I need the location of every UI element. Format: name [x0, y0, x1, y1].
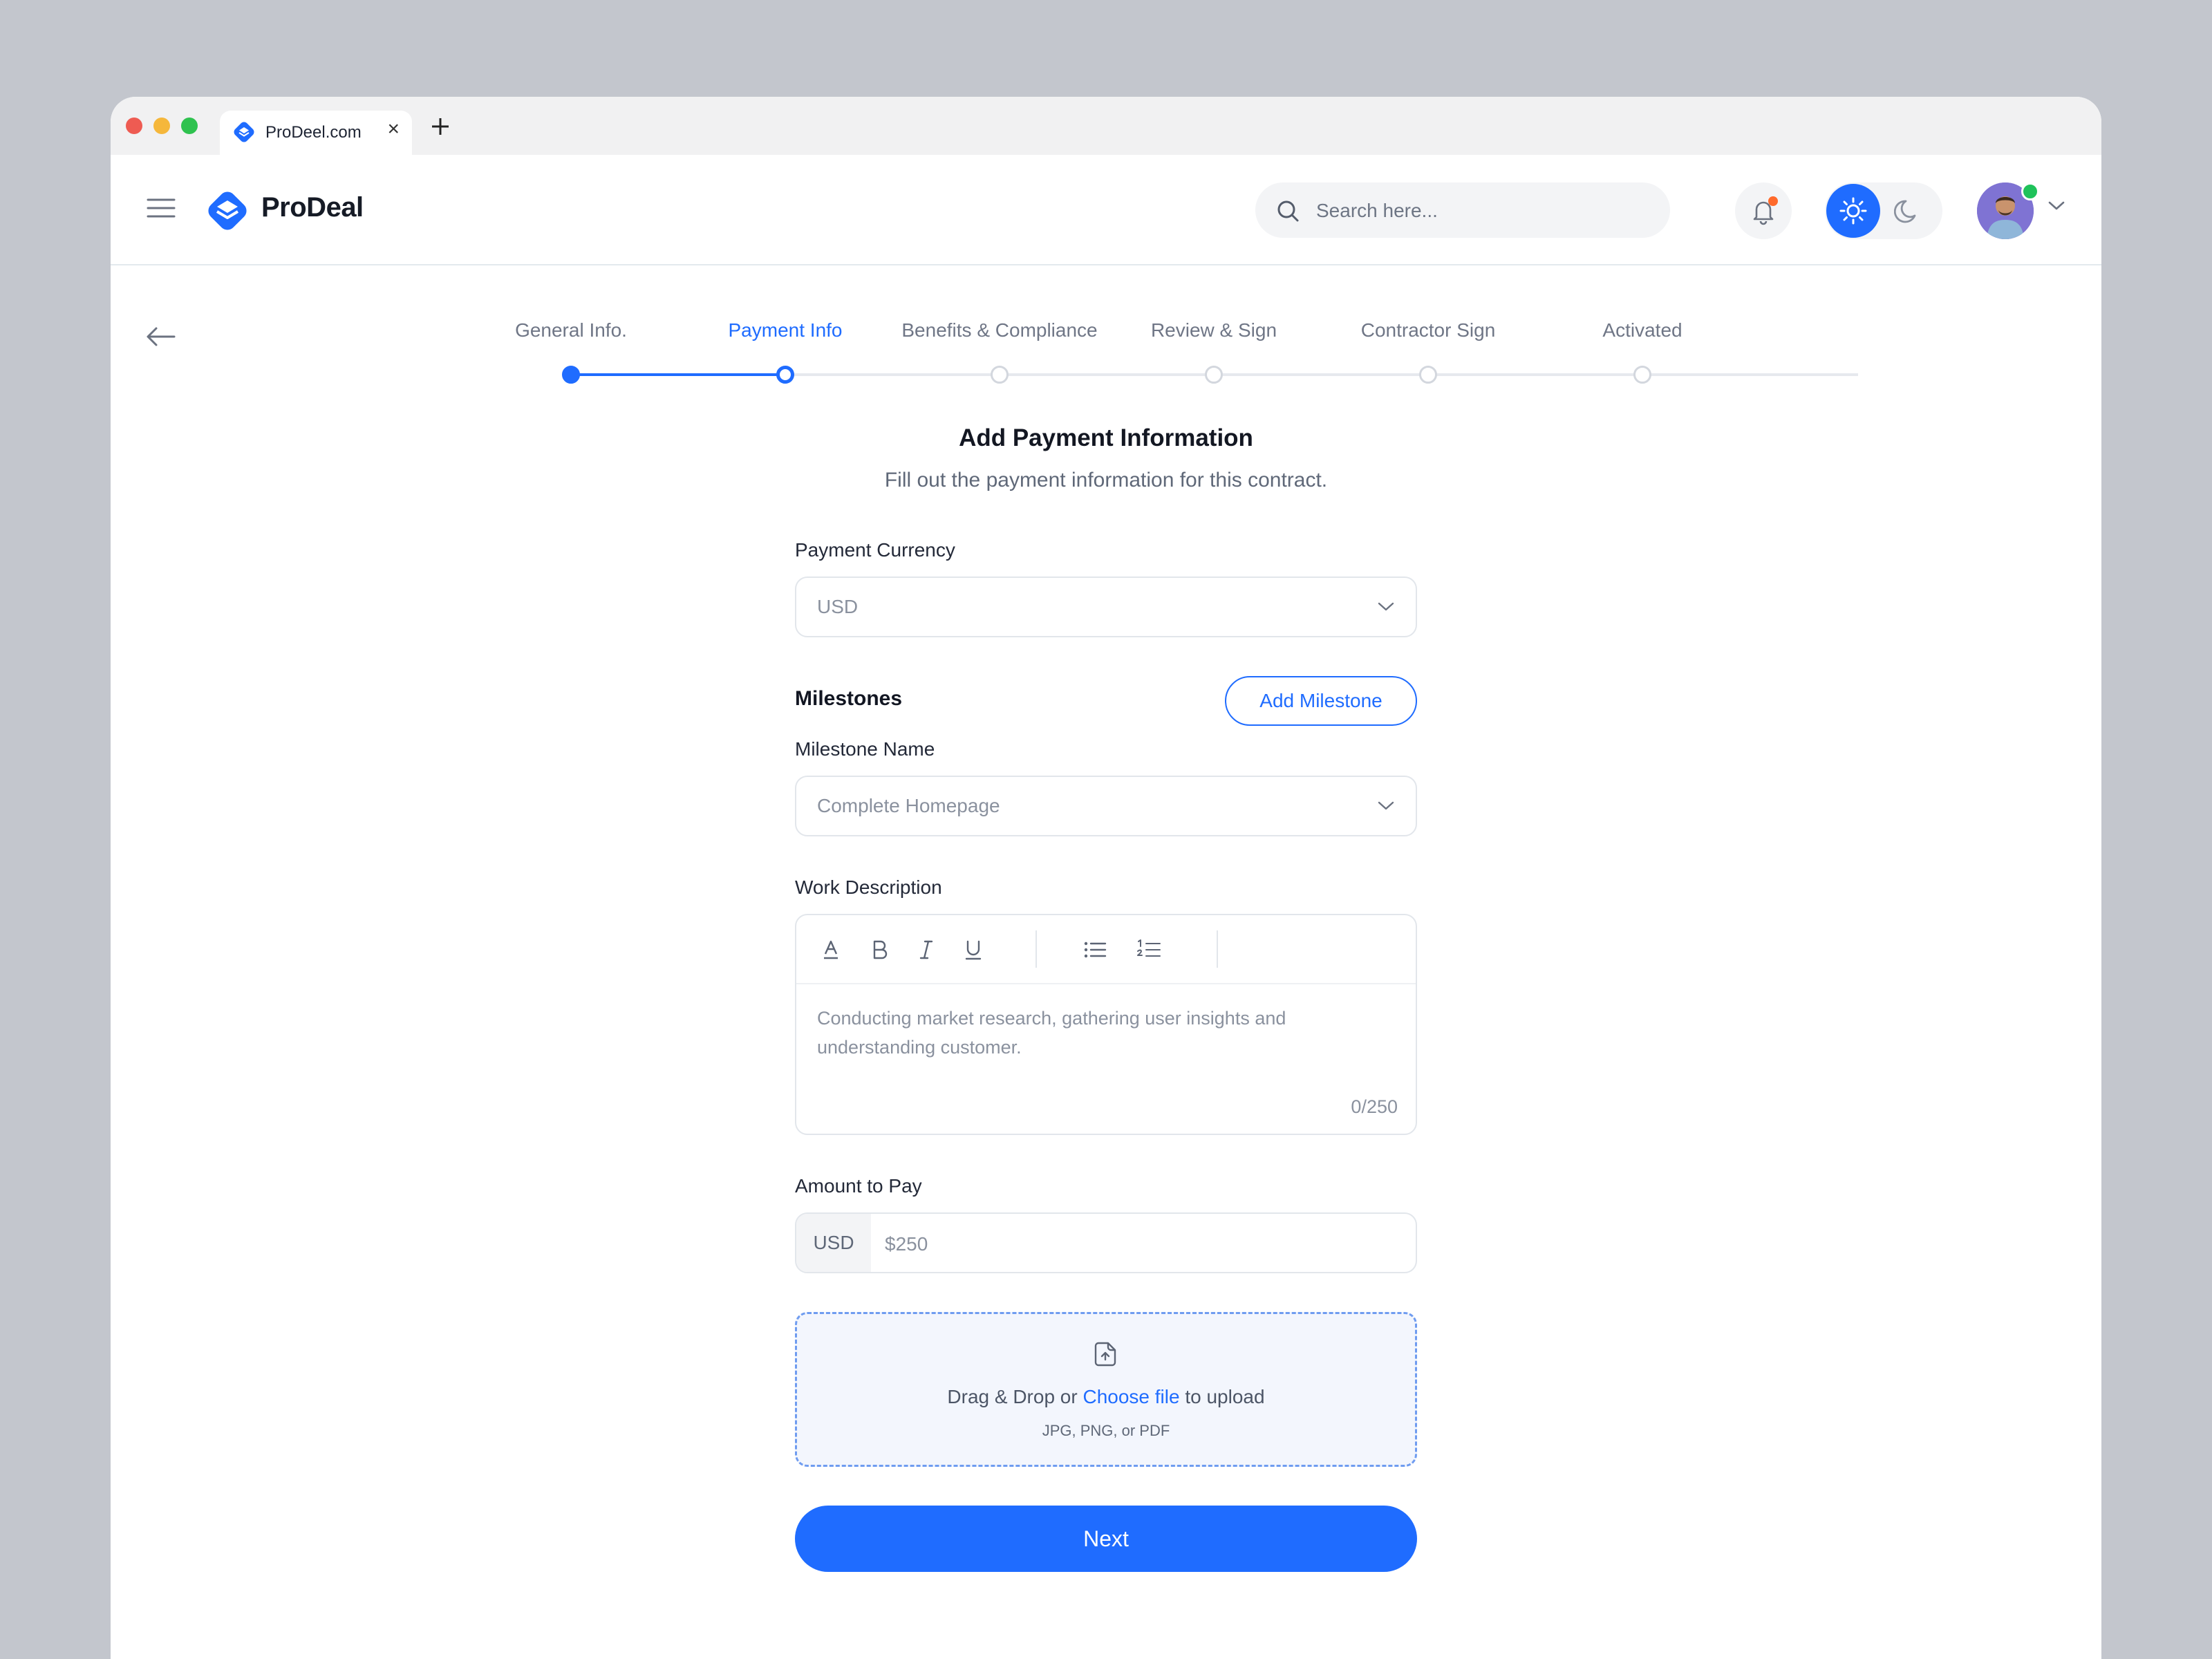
notification-dot: [1768, 196, 1778, 206]
search-bar[interactable]: [1255, 182, 1670, 239]
italic-icon[interactable]: [912, 936, 940, 964]
step-node-contractor-sign: [1419, 366, 1437, 384]
underline-icon[interactable]: [959, 936, 987, 964]
new-tab-icon[interactable]: [430, 116, 451, 140]
upload-instructions: Drag & Drop or Choose file to upload: [797, 1386, 1415, 1408]
browser-tab[interactable]: ProDeel.com ×: [220, 111, 412, 155]
amount-to-pay-label: Amount to Pay: [795, 1175, 922, 1197]
notifications-button[interactable]: [1735, 182, 1792, 239]
bold-icon[interactable]: [865, 936, 893, 964]
tab-title: ProDeel.com: [265, 123, 362, 142]
upload-prefix-text: Drag & Drop or: [947, 1386, 1083, 1407]
upload-suffix-text: to upload: [1179, 1386, 1265, 1407]
browser-tab-bar: ProDeel.com ×: [111, 97, 2101, 155]
step-node-payment-info: [776, 366, 794, 384]
light-mode-button[interactable]: [1826, 184, 1880, 238]
bullet-list-icon[interactable]: [1081, 936, 1109, 964]
close-tab-icon[interactable]: ×: [387, 119, 400, 140]
step-payment-info[interactable]: Payment Info: [729, 319, 843, 341]
work-description-text[interactable]: Conducting market research, gathering us…: [817, 1004, 1384, 1062]
online-status-indicator: [2021, 182, 2039, 200]
step-general-info[interactable]: General Info.: [515, 319, 627, 341]
amount-input[interactable]: $250: [885, 1233, 928, 1255]
theme-toggle[interactable]: [1825, 182, 1942, 239]
payment-currency-label: Payment Currency: [795, 539, 955, 561]
milestone-name-value: Complete Homepage: [817, 795, 1000, 816]
maximize-window-button[interactable]: [181, 118, 198, 134]
step-review-sign[interactable]: Review & Sign: [1151, 319, 1277, 341]
page-subtitle: Fill out the payment information for thi…: [884, 469, 1328, 491]
payment-currency-value: USD: [817, 596, 859, 617]
step-node-review-sign: [1205, 366, 1223, 384]
step-activated[interactable]: Activated: [1602, 319, 1682, 341]
payment-currency-select[interactable]: USD: [795, 577, 1417, 637]
milestones-heading: Milestones: [795, 687, 903, 710]
menu-icon[interactable]: [147, 198, 176, 222]
next-button[interactable]: Next: [795, 1506, 1417, 1572]
search-icon: [1276, 199, 1300, 226]
toolbar-divider: [1035, 930, 1037, 968]
chevron-down-icon[interactable]: [2047, 200, 2065, 215]
search-input[interactable]: [1315, 182, 1649, 239]
step-contractor-sign[interactable]: Contractor Sign: [1361, 319, 1496, 341]
milestone-name-select[interactable]: Complete Homepage: [795, 776, 1417, 836]
dark-mode-button[interactable]: [1893, 196, 1923, 229]
work-description-label: Work Description: [795, 877, 942, 898]
prodeal-favicon-icon: [232, 120, 256, 147]
toolbar-divider: [1217, 930, 1218, 968]
add-milestone-button[interactable]: Add Milestone: [1225, 676, 1417, 726]
moon-icon: [1893, 200, 1916, 223]
text-color-icon[interactable]: [817, 936, 845, 964]
step-node-general-info: [562, 366, 580, 384]
chevron-down-icon: [1377, 800, 1395, 815]
upload-file-icon: [1090, 1339, 1121, 1373]
upload-file-types: JPG, PNG, or PDF: [1042, 1422, 1170, 1439]
work-description-editor[interactable]: Conducting market research, gathering us…: [795, 914, 1417, 1135]
step-node-benefits-compliance: [991, 366, 1009, 384]
close-window-button[interactable]: [126, 118, 142, 134]
stepper-progress-line: [571, 373, 785, 376]
stepper-track-line: [785, 373, 1858, 376]
step-benefits-compliance[interactable]: Benefits & Compliance: [901, 319, 1097, 341]
chevron-down-icon: [1377, 601, 1395, 616]
step-node-activated: [1633, 366, 1651, 384]
page-title: Add Payment Information: [959, 424, 1253, 451]
numbered-list-icon[interactable]: [1135, 936, 1163, 964]
amount-currency-prefix: USD: [796, 1214, 871, 1272]
character-count: 0/250: [1351, 1096, 1398, 1117]
prodeal-logo-icon: [203, 187, 252, 238]
browser-window: ProDeel.com × ProDeal Search here... Gen…: [111, 97, 2101, 1659]
minimize-window-button[interactable]: [153, 118, 170, 134]
file-upload-dropzone[interactable]: Drag & Drop or Choose file to upload JPG…: [795, 1312, 1417, 1467]
editor-toolbar: [796, 915, 1416, 984]
sun-icon: [1839, 197, 1867, 225]
choose-file-link[interactable]: Choose file: [1082, 1386, 1179, 1407]
milestone-name-label: Milestone Name: [795, 738, 935, 760]
app-header: ProDeal: [111, 155, 2101, 265]
amount-to-pay-field[interactable]: USD $250: [795, 1212, 1417, 1273]
brand-name: ProDeal: [261, 192, 364, 223]
back-arrow-icon[interactable]: [145, 326, 176, 350]
